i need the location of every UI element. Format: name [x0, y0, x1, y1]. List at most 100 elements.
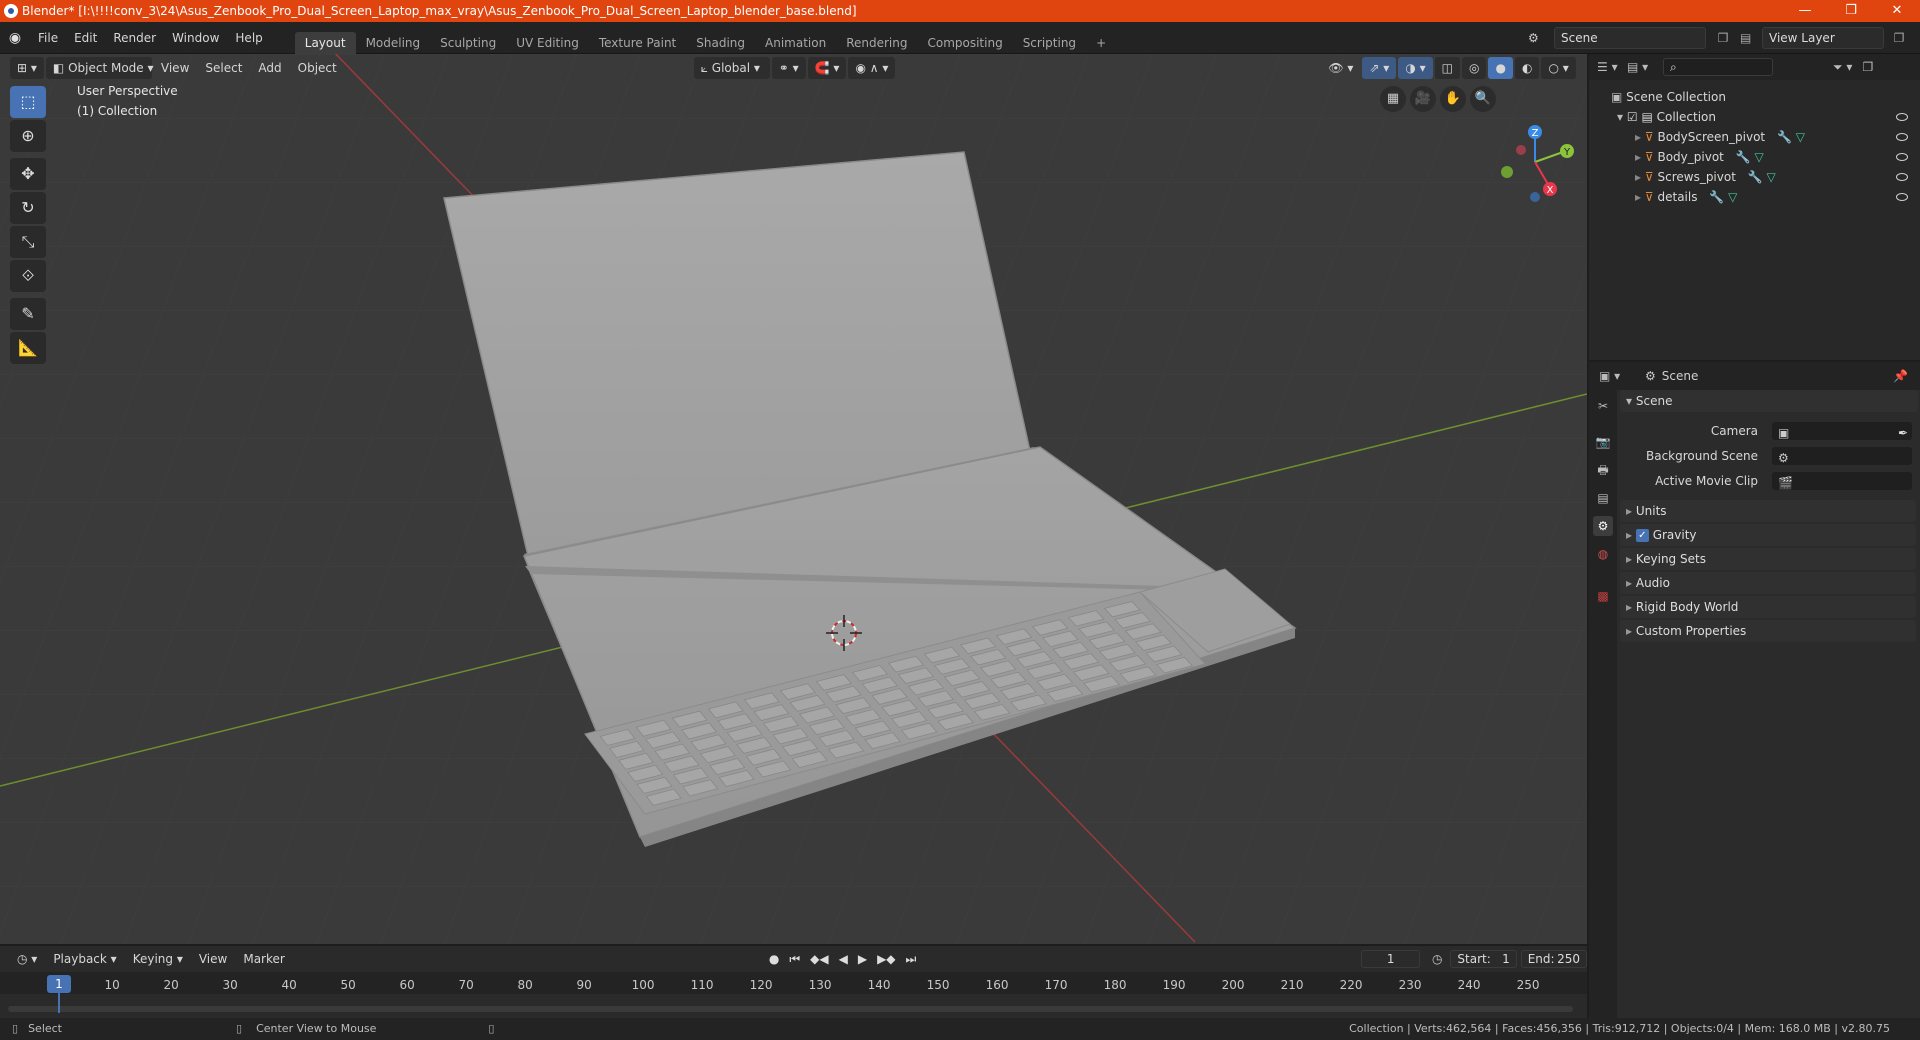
record-icon[interactable]: ● — [764, 952, 784, 966]
rendered-shading-icon[interactable]: ○ ▾ — [1541, 57, 1576, 79]
chevron-right-icon[interactable]: ▸ — [1635, 150, 1641, 164]
eye-icon[interactable] — [1896, 133, 1908, 141]
tab-view-layer-icon[interactable]: ▤ — [1593, 488, 1613, 508]
gravity-checkbox[interactable]: ✓ — [1635, 529, 1649, 542]
gravity-panel-header[interactable]: ▸ ✓ Gravity — [1620, 524, 1916, 546]
timeline-scrollbar[interactable] — [8, 1006, 1573, 1012]
start-frame-field[interactable]: Start: 1 — [1450, 950, 1517, 968]
material-shading-icon[interactable]: ◐ — [1514, 57, 1540, 79]
view-layer-selector[interactable]: View Layer — [1762, 27, 1884, 49]
camera-field[interactable]: ▣ ✒ — [1772, 422, 1912, 440]
overlay-toggle-icon[interactable]: ◑ ▾ — [1398, 57, 1433, 79]
outliner-scene-collection[interactable]: ▣ Scene Collection — [1589, 87, 1920, 107]
custom-properties-panel-header[interactable]: ▸ Custom Properties — [1620, 620, 1916, 642]
active-movie-clip-field[interactable]: 🎬 — [1772, 472, 1912, 490]
pan-hand-icon[interactable]: ✋ — [1440, 86, 1466, 112]
menu-window[interactable]: Window — [164, 22, 227, 54]
tab-world-icon[interactable]: ◍ — [1593, 544, 1613, 564]
background-scene-field[interactable]: ⚙ — [1772, 447, 1912, 465]
cursor-tool[interactable]: ⊕ — [10, 120, 46, 152]
keying-sets-panel-header[interactable]: ▸ Keying Sets — [1620, 548, 1916, 570]
gizmo-toggle-icon[interactable]: ⇗ ▾ — [1362, 57, 1397, 79]
chevron-right-icon[interactable]: ▸ — [1635, 170, 1641, 184]
tab-uv-editing[interactable]: UV Editing — [506, 32, 589, 54]
jump-end-icon[interactable]: ⏭ — [901, 952, 922, 967]
outliner-item[interactable]: ▸ ⊽ Screws_pivot 🔧 ▽ — [1589, 167, 1920, 187]
next-keyframe-icon[interactable]: ▶◆ — [872, 952, 900, 966]
maximize-button[interactable]: ❐ — [1828, 0, 1874, 22]
proportional-edit-icon[interactable]: ◉ ∧ ▾ — [848, 57, 896, 79]
jump-start-icon[interactable]: ⏮ — [784, 952, 805, 967]
menu-object[interactable]: Object — [291, 57, 344, 79]
3d-viewport[interactable]: Z Y X ⬚ ⊕ ✥ ↻ ⤡ ⟐ ✎ 📐 User Perspective (… — [0, 54, 1587, 944]
minimize-button[interactable]: — — [1782, 0, 1828, 22]
menu-render[interactable]: Render — [105, 22, 164, 54]
outliner-item[interactable]: ▸ ⊽ Body_pivot 🔧 ▽ — [1589, 147, 1920, 167]
menu-keying[interactable]: Keying ▾ — [126, 948, 190, 970]
current-frame-field[interactable]: 1 — [1361, 950, 1420, 968]
tab-output-icon[interactable]: 🖶 — [1593, 460, 1613, 480]
scale-tool[interactable]: ⤡ — [10, 226, 46, 258]
chevron-down-icon[interactable]: ▾ — [1617, 110, 1623, 124]
toggle-grid-icon[interactable]: ▦ — [1380, 86, 1406, 112]
mode-selector[interactable]: ◧ Object Mode ▾ — [45, 57, 154, 79]
chevron-right-icon[interactable]: ▸ — [1635, 190, 1641, 204]
timeline-editor-icon[interactable]: ◷ ▾ — [10, 948, 44, 970]
zoom-icon[interactable]: 🔍 — [1470, 86, 1496, 112]
eye-icon[interactable] — [1896, 153, 1908, 161]
tab-sculpting[interactable]: Sculpting — [430, 32, 506, 54]
properties-editor-icon[interactable]: ▣ ▾ — [1599, 369, 1645, 383]
tab-render-icon[interactable]: 📷 — [1593, 432, 1613, 452]
solid-shading-icon[interactable]: ● — [1488, 57, 1513, 79]
play-icon[interactable]: ▶ — [853, 952, 872, 966]
transform-orientation-selector[interactable]: ⟀ Global ▾ — [693, 57, 770, 79]
tab-animation[interactable]: Animation — [755, 32, 836, 54]
tab-modeling[interactable]: Modeling — [356, 32, 431, 54]
outliner-item[interactable]: ▸ ⊽ details 🔧 ▽ — [1589, 187, 1920, 207]
tab-texture-icon[interactable]: ▩ — [1593, 586, 1613, 606]
rotate-tool[interactable]: ↻ — [10, 192, 46, 224]
menu-add[interactable]: Add — [251, 57, 288, 79]
outliner-search-input[interactable]: ⌕ — [1663, 58, 1773, 76]
annotate-tool[interactable]: ✎ — [10, 298, 46, 330]
pivot-point-icon[interactable]: ⚭ ▾ — [771, 57, 806, 79]
prev-keyframe-icon[interactable]: ◆◀ — [805, 952, 833, 966]
scene-selector[interactable]: Scene — [1554, 27, 1706, 49]
visibility-icon[interactable]: 👁 ▾ — [1321, 57, 1360, 79]
pin-icon[interactable]: 📌 — [1893, 369, 1908, 383]
tab-compositing[interactable]: Compositing — [917, 32, 1012, 54]
snap-icon[interactable]: 🧲 ▾ — [807, 57, 847, 79]
blender-menu-icon[interactable]: ◉ — [0, 30, 30, 46]
wireframe-shading-icon[interactable]: ◎ — [1461, 57, 1487, 79]
play-reverse-icon[interactable]: ◀ — [834, 952, 853, 966]
eyedropper-icon[interactable]: ✒ — [1898, 422, 1908, 444]
menu-select[interactable]: Select — [198, 57, 249, 79]
eye-icon[interactable] — [1896, 173, 1908, 181]
new-view-layer-icon[interactable]: ❐ — [1884, 31, 1914, 45]
playhead[interactable]: 1 — [47, 975, 71, 993]
menu-marker[interactable]: Marker — [236, 948, 291, 970]
select-box-tool[interactable]: ⬚ — [10, 86, 46, 118]
display-mode-icon[interactable]: ▤ ▾ — [1627, 60, 1663, 74]
menu-timeline-view[interactable]: View — [192, 948, 234, 970]
editor-type-icon[interactable]: ⊞ ▾ — [10, 57, 44, 79]
transform-tool[interactable]: ⟐ — [10, 260, 46, 292]
exclude-checkbox[interactable]: ☑ — [1627, 110, 1638, 124]
chevron-right-icon[interactable]: ▸ — [1635, 130, 1641, 144]
outliner-item[interactable]: ▸ ⊽ BodyScreen_pivot 🔧 ▽ — [1589, 127, 1920, 147]
eye-icon[interactable] — [1896, 113, 1908, 121]
move-tool[interactable]: ✥ — [10, 158, 46, 190]
menu-help[interactable]: Help — [227, 22, 270, 54]
units-panel-header[interactable]: ▸ Units — [1620, 500, 1916, 522]
rigid-body-world-panel-header[interactable]: ▸ Rigid Body World — [1620, 596, 1916, 618]
menu-edit[interactable]: Edit — [66, 22, 105, 54]
outliner-collection[interactable]: ▾ ☑ ▤ Collection — [1589, 107, 1920, 127]
audio-panel-header[interactable]: ▸ Audio — [1620, 572, 1916, 594]
tab-shading[interactable]: Shading — [686, 32, 755, 54]
scene-panel-header[interactable]: ▾ Scene — [1620, 390, 1918, 412]
menu-file[interactable]: File — [30, 22, 66, 54]
tab-tool-icon[interactable]: ✂ — [1593, 396, 1613, 416]
add-workspace-button[interactable]: + — [1086, 32, 1116, 54]
tab-rendering[interactable]: Rendering — [836, 32, 917, 54]
clock-icon[interactable]: ◷ — [1432, 952, 1442, 966]
